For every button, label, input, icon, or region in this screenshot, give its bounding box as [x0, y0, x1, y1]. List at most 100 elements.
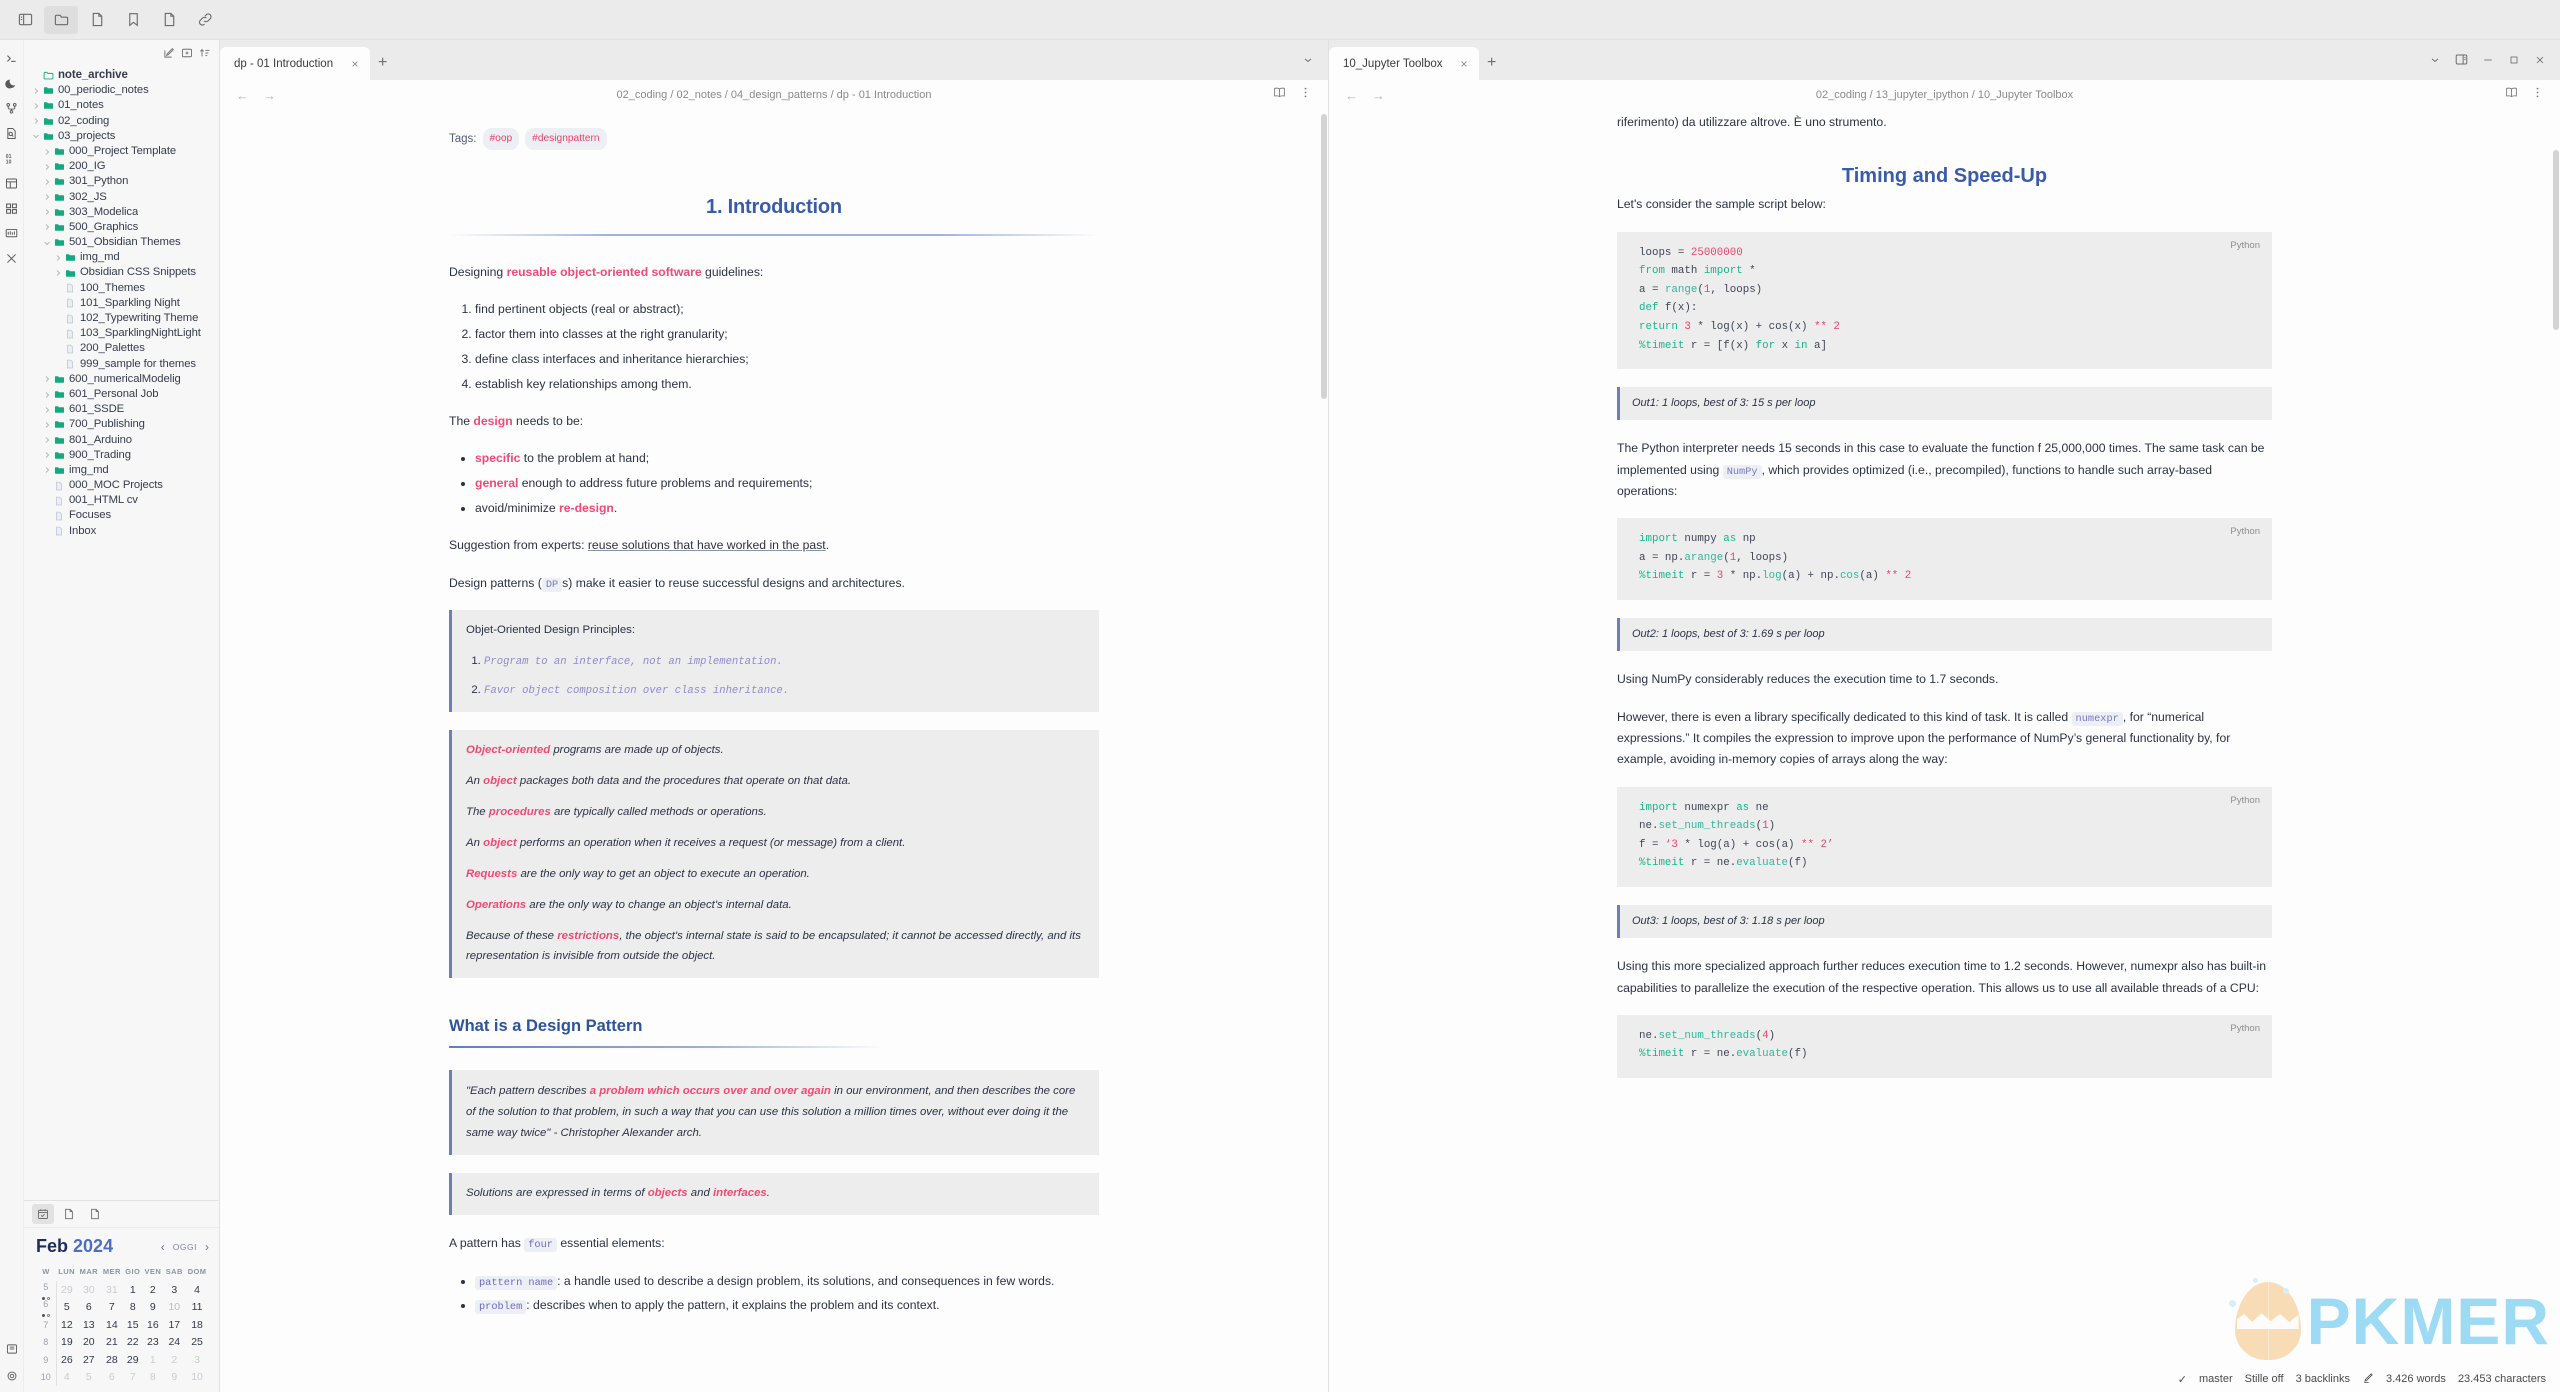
calendar-day-cell[interactable]: 5 — [56, 1299, 77, 1317]
calendar-day-cell[interactable]: 15 — [123, 1316, 142, 1334]
dashboard-icon[interactable] — [1, 221, 23, 246]
calendar-day-cell[interactable]: 21 — [100, 1334, 123, 1352]
minimize-icon[interactable] — [2482, 53, 2494, 71]
chevron-right-icon[interactable] — [41, 466, 52, 474]
calendar-day-cell[interactable]: 7 — [123, 1369, 142, 1387]
layout-icon[interactable] — [1, 171, 23, 196]
calendar-day-cell[interactable]: 6 — [77, 1299, 100, 1317]
tree-folder-item[interactable]: Obsidian CSS Snippets — [24, 265, 219, 280]
tree-folder-item[interactable]: 03_projects — [24, 129, 219, 144]
calendar-day-cell[interactable]: 12 — [56, 1316, 77, 1334]
chevron-right-icon[interactable] — [41, 436, 52, 444]
calendar-day-cell[interactable]: 9 — [163, 1369, 185, 1387]
calendar-day-cell[interactable]: 24 — [163, 1334, 185, 1352]
tree-folder-item[interactable]: 301_Python — [24, 174, 219, 189]
tree-folder-item[interactable]: 302_JS — [24, 190, 219, 205]
calendar-day-cell[interactable]: 16 — [142, 1316, 163, 1334]
close-icon[interactable]: × — [348, 57, 362, 71]
chevron-right-icon[interactable] — [41, 178, 52, 186]
chevron-right-icon[interactable] — [41, 375, 52, 383]
link-icon[interactable] — [188, 6, 222, 34]
folder-icon[interactable] — [44, 5, 78, 34]
tree-file-item[interactable]: Focuses — [24, 508, 219, 523]
close-icon[interactable]: × — [1457, 57, 1471, 71]
calendar-today-button[interactable]: OGGI — [173, 1242, 197, 1252]
code-block-4[interactable]: Python ne.set_num_threads(4) %timeit r = … — [1617, 1014, 2272, 1078]
calendar-day-cell[interactable]: 2 — [142, 1281, 163, 1299]
tree-folder-item[interactable]: 02_coding — [24, 114, 219, 129]
calendar-day-cell[interactable]: 22 — [123, 1334, 142, 1352]
calendar-day-cell[interactable]: 23 — [142, 1334, 163, 1352]
calendar-day-cell[interactable]: 29 — [56, 1281, 77, 1299]
tree-file-item[interactable]: Inbox — [24, 524, 219, 539]
calendar-day-cell[interactable]: 13 — [77, 1316, 100, 1334]
calendar-week-number[interactable]: 10 — [36, 1368, 57, 1386]
internal-link[interactable]: reuse solutions that have worked in the … — [588, 538, 826, 552]
back-arrow-icon[interactable]: ← — [1345, 88, 1358, 103]
bookmark-icon[interactable] — [116, 6, 150, 34]
tree-file-item[interactable]: 999_sample for themes — [24, 357, 219, 372]
tree-folder-item[interactable]: 500_Graphics — [24, 220, 219, 235]
new-tab-icon[interactable]: + — [1487, 54, 1496, 72]
calendar-day-cell[interactable]: 6 — [100, 1369, 123, 1387]
calendar-day-cell[interactable]: 5 — [77, 1369, 100, 1387]
calendar-day-cell[interactable]: 4 — [185, 1281, 209, 1299]
calendar-day-cell[interactable]: 1 — [123, 1281, 142, 1299]
tree-folder-item[interactable]: 00_periodic_notes — [24, 83, 219, 98]
chevron-down-icon[interactable] — [30, 132, 41, 140]
tree-folder-item[interactable]: 601_Personal Job — [24, 387, 219, 402]
calendar-day-cell[interactable]: 9 — [142, 1299, 163, 1317]
tag-designpattern[interactable]: #designpattern — [525, 128, 607, 150]
calendar-day-cell[interactable]: 18 — [185, 1316, 209, 1334]
new-folder-icon[interactable] — [181, 47, 193, 62]
calendar-day-cell[interactable]: 30 — [77, 1281, 100, 1299]
calendar-week-number[interactable]: 5 — [36, 1281, 57, 1300]
settings-import-icon[interactable] — [1, 1336, 23, 1361]
tree-folder-item[interactable]: img_md — [24, 250, 219, 265]
page-icon[interactable] — [152, 6, 186, 34]
more-options-icon[interactable] — [1299, 86, 1312, 104]
more-options-icon[interactable] — [2531, 86, 2544, 104]
calendar-day-cell[interactable]: 10 — [163, 1299, 185, 1317]
calendar-day-cell[interactable]: 8 — [142, 1369, 163, 1387]
right-scrollbar[interactable] — [2553, 110, 2559, 1392]
chevron-right-icon[interactable] — [52, 269, 63, 277]
calendar-week-number[interactable]: 8 — [36, 1333, 57, 1351]
calendar-day-cell[interactable]: 1 — [142, 1351, 163, 1369]
calendar-tab[interactable] — [32, 1204, 54, 1224]
terminal-icon[interactable] — [1, 46, 23, 71]
chevron-right-icon[interactable] — [41, 391, 52, 399]
calendar-week-number[interactable]: 6 — [36, 1298, 57, 1317]
tree-folder-item[interactable]: 303_Modelica — [24, 205, 219, 220]
new-tab-icon[interactable]: + — [378, 54, 387, 72]
toggle-right-sidebar-icon[interactable] — [2455, 53, 2468, 71]
calendar-day-cell[interactable]: 29 — [123, 1351, 142, 1369]
tree-file-item[interactable]: 101_Sparkling Night — [24, 296, 219, 311]
calendar-day-cell[interactable]: 10 — [185, 1369, 209, 1387]
forward-arrow-icon[interactable]: → — [1372, 88, 1385, 103]
tools-icon[interactable] — [1, 246, 23, 271]
code-block-1[interactable]: Python loops = 25000000 from math import … — [1617, 231, 2272, 370]
tree-file-item[interactable]: 000_MOC Projects — [24, 478, 219, 493]
tab-10-jupyter-toolbox[interactable]: 10_Jupyter Toolbox × — [1329, 47, 1479, 80]
chevron-right-icon[interactable] — [30, 117, 41, 125]
reading-view-icon[interactable] — [2505, 86, 2518, 104]
calendar-day-cell[interactable]: 8 — [123, 1299, 142, 1317]
git-branch-label[interactable]: master — [2199, 1373, 2233, 1385]
close-icon[interactable] — [2534, 53, 2546, 71]
outline-tab[interactable] — [84, 1204, 106, 1224]
tree-folder-item[interactable]: 000_Project Template — [24, 144, 219, 159]
calendar-day-cell[interactable]: 11 — [185, 1299, 209, 1317]
grid-icon[interactable] — [1, 196, 23, 221]
mid-scrollbar[interactable] — [1321, 110, 1327, 1392]
calendar-day-cell[interactable]: 26 — [56, 1351, 77, 1369]
tree-file-item[interactable]: 100_Themes — [24, 281, 219, 296]
search-file-icon[interactable] — [1, 121, 23, 146]
calendar-grid[interactable]: W LUN MAR MER GIO VEN SAB DOM 5 29 30 31 1 2 3 4 6 5 6 7 8 9… — [36, 1267, 209, 1386]
tree-folder-item[interactable]: 900_Trading — [24, 448, 219, 463]
chevron-down-icon[interactable] — [41, 239, 52, 247]
toggle-left-sidebar-icon[interactable] — [8, 6, 42, 34]
chevron-right-icon[interactable] — [41, 148, 52, 156]
file-icon[interactable] — [80, 6, 114, 34]
tree-folder-item[interactable]: 700_Publishing — [24, 417, 219, 432]
